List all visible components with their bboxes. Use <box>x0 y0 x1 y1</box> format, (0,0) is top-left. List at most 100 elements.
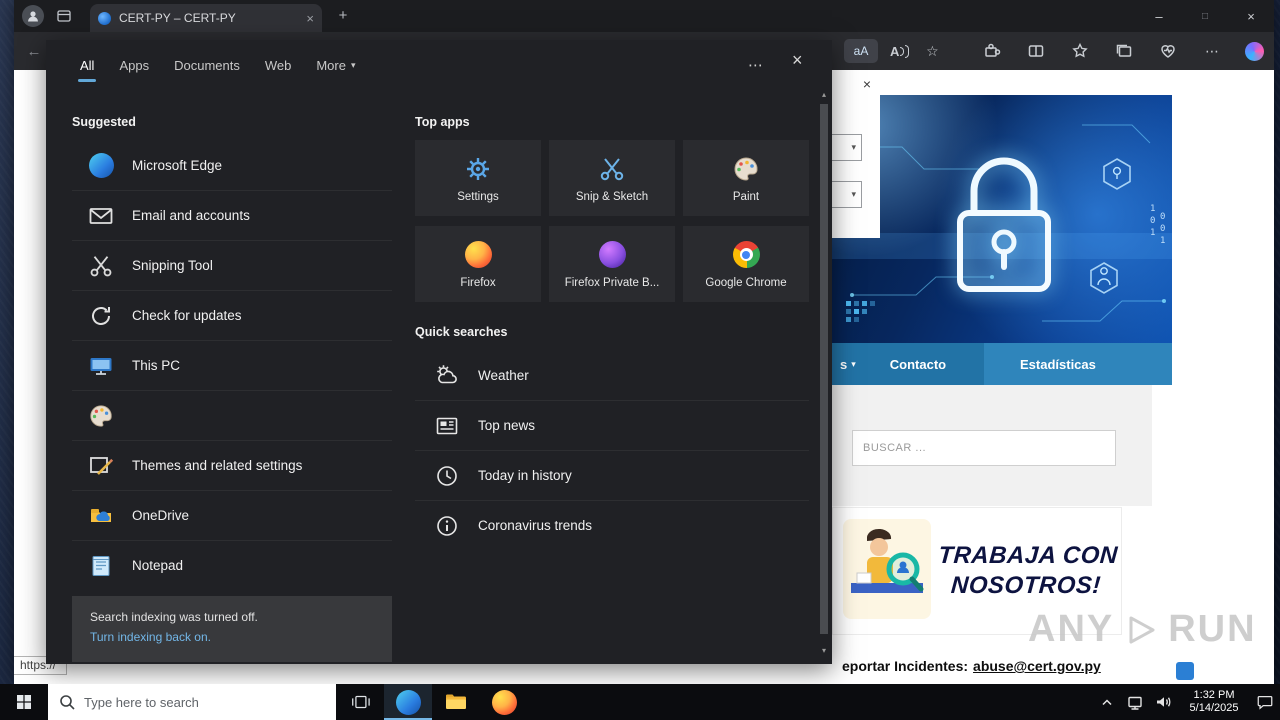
browser-tab[interactable]: CERT-PY – CERT-PY × <box>90 4 322 32</box>
suggested-item-onedrive[interactable]: OneDrive <box>72 490 392 540</box>
tab-apps[interactable]: Apps <box>119 58 149 73</box>
quick-search-weather[interactable]: Weather <box>415 350 809 400</box>
chevron-down-icon: ▾ <box>851 189 856 199</box>
hero-cybersecurity-image: 101 001 <box>832 95 1172 343</box>
minimize-button[interactable]: – <box>1136 0 1182 32</box>
suggested-item-themes[interactable]: Themes and related settings <box>72 440 392 490</box>
top-app-snip-sketch[interactable]: Snip & Sketch <box>549 140 675 216</box>
suggested-item-microsoft-edge[interactable]: Microsoft Edge <box>72 140 392 190</box>
chevron-down-icon: ▾ <box>851 358 856 369</box>
taskbar-edge-button[interactable] <box>384 684 432 720</box>
search-close-icon[interactable]: × <box>792 51 803 69</box>
svg-text:1: 1 <box>1150 228 1155 238</box>
workspaces-icon[interactable] <box>56 8 72 24</box>
taskbar-clock[interactable]: 1:32 PM 5/14/2025 <box>1182 689 1246 715</box>
suggested-item-this-pc[interactable]: This PC <box>72 340 392 390</box>
scroll-up-icon[interactable]: ▴ <box>818 90 830 100</box>
suggested-item-check-updates[interactable]: Check for updates <box>72 290 392 340</box>
indexing-notice: Search indexing was turned off. Turn ind… <box>72 596 392 662</box>
suggested-item-notepad[interactable]: Notepad <box>72 540 392 590</box>
top-app-firefox-private[interactable]: Firefox Private B... <box>549 226 675 302</box>
flyout-scrollbar[interactable]: ▴ ▾ <box>818 90 830 656</box>
quick-search-coronavirus-trends[interactable]: Coronavirus trends <box>415 500 809 550</box>
scissors-icon <box>87 252 115 280</box>
recruiter-illustration <box>841 513 933 630</box>
site-navbar: s ▾ Contacto Estadísticas <box>832 343 1172 385</box>
nav-item-servicios[interactable]: s ▾ <box>840 357 856 372</box>
chrome-icon <box>732 240 760 270</box>
task-view-button[interactable] <box>336 684 384 720</box>
top-app-google-chrome[interactable]: Google Chrome <box>683 226 809 302</box>
gear-icon <box>464 154 492 184</box>
new-tab-button[interactable]: + <box>334 7 352 25</box>
quick-search-top-news[interactable]: Top news <box>415 400 809 450</box>
windows-search-flyout: All Apps Documents Web More ▾ ⋯ × Suggest… <box>46 40 832 664</box>
anyrun-watermark: ANY RUN <box>1028 608 1257 650</box>
split-screen-icon[interactable] <box>1025 40 1047 62</box>
copilot-icon[interactable] <box>1245 41 1264 61</box>
top-apps-grid: Settings Snip & Sketch Paint Firefox Fir… <box>415 140 809 302</box>
quick-search-today-in-history[interactable]: Today in history <box>415 450 809 500</box>
close-button[interactable]: × <box>1228 0 1274 32</box>
search-options-icon[interactable]: ⋯ <box>748 56 764 74</box>
site-search-input[interactable] <box>852 430 1116 466</box>
email-icon <box>87 202 115 230</box>
tab-close-icon[interactable]: × <box>306 12 314 25</box>
toolbar-actions: ⋯ <box>981 35 1264 67</box>
taskbar-search-input[interactable] <box>84 694 304 710</box>
translate-icon[interactable]: aA <box>844 39 878 63</box>
maximize-button[interactable]: □ <box>1182 0 1228 32</box>
top-app-paint[interactable]: Paint <box>683 140 809 216</box>
taskbar-search-box[interactable] <box>48 684 336 720</box>
taskbar-explorer-button[interactable] <box>432 684 480 720</box>
task-view-icon <box>352 695 370 709</box>
extensions-icon[interactable] <box>981 40 1003 62</box>
nav-item-estadisticas[interactable]: Estadísticas <box>984 343 1172 385</box>
svg-text:1: 1 <box>1160 236 1165 246</box>
nav-item-contacto[interactable]: Contacto <box>890 357 946 372</box>
tab-all[interactable]: All <box>77 58 97 82</box>
weather-icon <box>433 361 461 389</box>
search-filter-tabs: All Apps Documents Web More ▾ <box>77 40 356 90</box>
palette-icon <box>732 154 760 184</box>
read-aloud-icon[interactable]: A <box>890 44 910 59</box>
settings-more-icon[interactable]: ⋯ <box>1201 40 1223 62</box>
tab-documents[interactable]: Documents <box>174 58 240 73</box>
volume-icon[interactable] <box>1154 693 1172 711</box>
taskbar-firefox-button[interactable] <box>480 684 528 720</box>
computer-icon <box>87 352 115 380</box>
hidden-icons-chevron[interactable] <box>1098 693 1116 711</box>
scrollbar-thumb[interactable] <box>820 104 828 634</box>
turn-indexing-on-link[interactable]: Turn indexing back on. <box>90 630 211 644</box>
address-bar-actions: aA A ☆ <box>844 35 943 67</box>
suggested-item-paint[interactable] <box>72 390 392 440</box>
scroll-down-icon[interactable]: ▾ <box>818 646 830 656</box>
report-incidents-line: eportar Incidentes: abuse@cert.gov.py <box>842 658 1101 674</box>
hero-art: 101 001 <box>832 124 1172 322</box>
favorites-icon[interactable] <box>1069 40 1091 62</box>
top-app-firefox[interactable]: Firefox <box>415 226 541 302</box>
start-button[interactable] <box>0 684 48 720</box>
suggested-item-snipping-tool[interactable]: Snipping Tool <box>72 240 392 290</box>
edge-icon <box>395 689 421 715</box>
consent-close-icon[interactable]: × <box>859 76 875 92</box>
scroll-widget[interactable] <box>1176 662 1194 680</box>
edge-icon <box>87 151 115 179</box>
tab-more[interactable]: More ▾ <box>316 58 355 73</box>
browser-essentials-icon[interactable] <box>1157 40 1179 62</box>
back-icon[interactable]: ← <box>22 39 46 63</box>
file-explorer-icon <box>446 694 466 709</box>
clock-date: 5/14/2025 <box>1189 702 1239 714</box>
clock-icon <box>433 462 461 490</box>
abuse-email-link[interactable]: abuse@cert.gov.py <box>973 658 1101 674</box>
tab-web[interactable]: Web <box>265 58 292 73</box>
collections-icon[interactable] <box>1113 40 1135 62</box>
top-app-settings[interactable]: Settings <box>415 140 541 216</box>
chevron-down-icon: ▾ <box>350 59 356 70</box>
action-center-icon[interactable] <box>1256 693 1274 711</box>
top-apps-column: Top apps Settings Snip & Sketch Paint Fi… <box>415 104 809 550</box>
profile-avatar[interactable] <box>22 5 44 27</box>
suggested-item-email-accounts[interactable]: Email and accounts <box>72 190 392 240</box>
add-favorite-icon[interactable]: ☆ <box>921 40 943 62</box>
network-icon[interactable] <box>1126 693 1144 711</box>
